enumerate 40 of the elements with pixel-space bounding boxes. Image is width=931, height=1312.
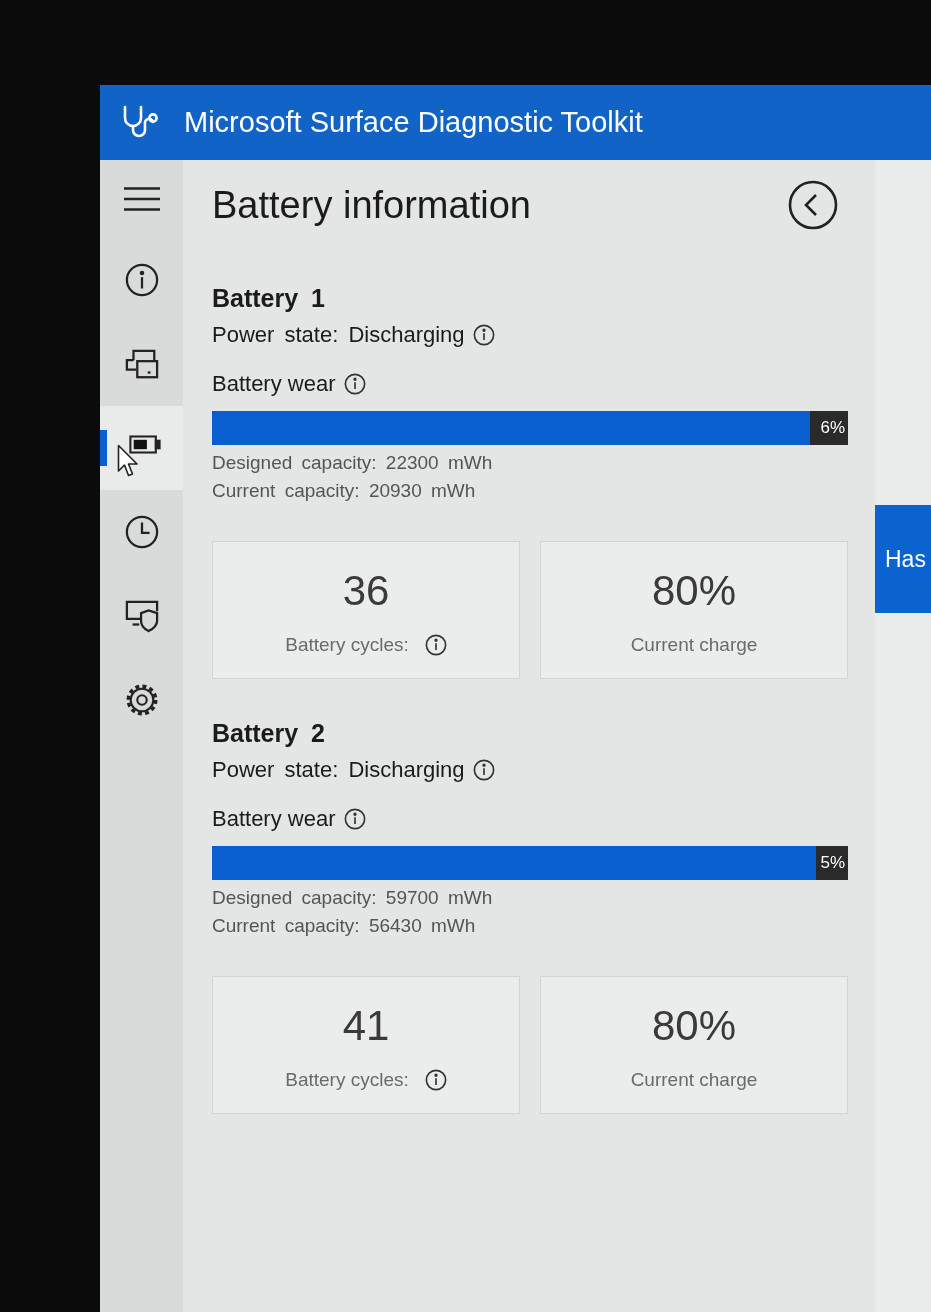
battery-icon <box>128 434 161 454</box>
stat-value: 36 <box>342 566 390 616</box>
wear-label: Battery wear <box>212 371 336 397</box>
power-state: Power state: Discharging <box>212 322 465 348</box>
menu-icon <box>123 187 160 211</box>
monitor-shield-icon <box>124 599 159 633</box>
back-icon <box>788 180 838 230</box>
wear-reading: 6% <box>820 418 846 438</box>
info-icon[interactable] <box>424 634 447 656</box>
stat-value: 80% <box>651 1001 737 1051</box>
info-icon[interactable] <box>472 324 495 346</box>
back-button[interactable] <box>788 180 838 230</box>
stat-label: Current charge <box>630 1069 758 1091</box>
devices-icon <box>124 347 159 381</box>
designed-capacity: Designed capacity: 59700 mWh <box>212 886 494 910</box>
info-icon[interactable] <box>343 808 366 830</box>
stat-value: 80% <box>651 566 737 616</box>
info-icon <box>124 263 159 297</box>
selection-indicator <box>100 430 107 466</box>
battery-heading: Battery 1 <box>212 283 326 314</box>
wear-label: Battery wear <box>212 806 336 832</box>
page-title: Battery information <box>212 183 531 227</box>
info-icon[interactable] <box>472 759 495 781</box>
partial-button[interactable]: Has <box>875 505 931 613</box>
info-icon[interactable] <box>424 1069 447 1091</box>
window-title: Microsoft Surface Diagnostic Toolkit <box>184 106 643 139</box>
stat-value: 41 <box>342 1001 390 1051</box>
stat-label: Current charge <box>630 634 758 656</box>
stat-label: Battery cycles: <box>285 1069 409 1091</box>
wear-reading: 5% <box>820 853 846 873</box>
current-capacity: Current capacity: 20930 mWh <box>212 479 477 503</box>
nav-item[interactable] <box>100 406 183 490</box>
current-capacity: Current capacity: 56430 mWh <box>212 914 477 938</box>
info-icon[interactable] <box>343 373 366 395</box>
gear-icon <box>124 683 159 717</box>
designed-capacity: Designed capacity: 22300 mWh <box>212 451 494 475</box>
battery-heading: Battery 2 <box>212 718 326 749</box>
stat-label: Battery cycles: <box>285 634 409 656</box>
power-state: Power state: Discharging <box>212 757 465 783</box>
clock-icon <box>124 515 159 549</box>
